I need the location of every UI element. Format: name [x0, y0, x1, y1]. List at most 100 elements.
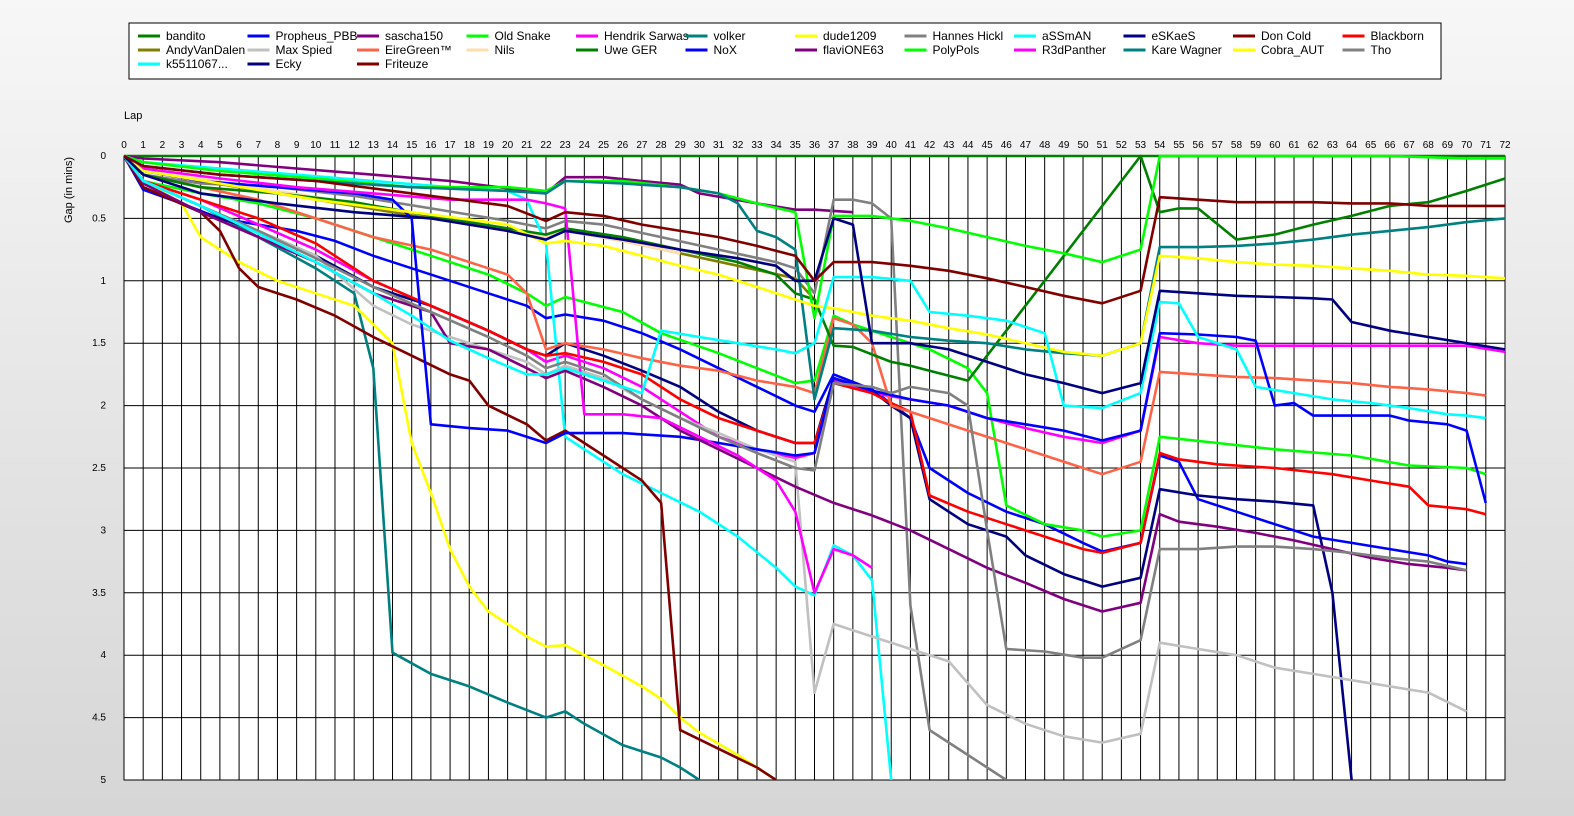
legend-label: Cobra_AUT [1261, 43, 1325, 57]
x-tick-label: 17 [445, 140, 457, 151]
x-tick-label: 64 [1346, 140, 1358, 151]
x-tick-label: 50 [1077, 140, 1089, 151]
legend-label: Uwe GER [604, 43, 658, 57]
legend-label: Max Spied [276, 43, 333, 57]
x-tick-label: 48 [1039, 140, 1051, 151]
x-tick-label: 29 [675, 140, 687, 151]
x-tick-label: 56 [1193, 140, 1205, 151]
x-tick-label: 54 [1154, 140, 1166, 151]
x-tick-label: 27 [636, 140, 648, 151]
x-tick-label: 10 [310, 140, 322, 151]
legend-label: bandito [166, 29, 206, 43]
x-tick-label: 9 [294, 140, 300, 151]
x-tick-label: 70 [1461, 140, 1473, 151]
legend-label: Old Snake [495, 29, 551, 43]
x-tick-label: 42 [924, 140, 936, 151]
x-tick-label: 65 [1365, 140, 1377, 151]
x-tick-label: 39 [866, 140, 878, 151]
legend-label: Friteuze [385, 57, 429, 71]
x-tick-label: 41 [905, 140, 917, 151]
y-tick-label: 4.5 [92, 713, 106, 724]
x-tick-label: 35 [790, 140, 802, 151]
x-tick-label: 14 [387, 140, 399, 151]
x-tick-label: 38 [847, 140, 859, 151]
x-tick-label: 59 [1250, 140, 1262, 151]
x-tick-label: 16 [425, 140, 437, 151]
x-axis-ticks: 0 1 2 3 4 5 6 7 8 9 10 11 12 13 14 15 16 17 18 19 20 21 22 23 24… [121, 140, 1511, 151]
x-tick-label: 34 [771, 140, 783, 151]
x-tick-label: 23 [560, 140, 572, 151]
x-tick-label: 49 [1058, 140, 1070, 151]
legend-label: Hendrik Sarwas [604, 29, 689, 43]
legend-label: Blackborn [1371, 29, 1424, 43]
y-tick-label: 1.5 [92, 338, 106, 349]
lap-gap-chart: bandito Propheus_PBB sascha150 Old Snake Hen… [63, 22, 1511, 786]
x-tick-label: 32 [732, 140, 744, 151]
x-tick-label: 20 [502, 140, 514, 151]
x-tick-label: 71 [1480, 140, 1492, 151]
legend-label: PolyPols [933, 43, 980, 57]
legend-label: dude1209 [823, 29, 877, 43]
x-tick-label: 26 [617, 140, 629, 151]
legend-label: Nils [495, 43, 515, 57]
x-tick-label: 43 [943, 140, 955, 151]
x-tick-label: 62 [1308, 140, 1320, 151]
x-tick-label: 2 [160, 140, 166, 151]
legend-label: volker [714, 29, 746, 43]
x-tick-label: 40 [886, 140, 898, 151]
x-tick-label: 13 [368, 140, 380, 151]
x-tick-label: 25 [598, 140, 610, 151]
x-tick-label: 4 [198, 140, 204, 151]
x-tick-label: 57 [1212, 140, 1224, 151]
x-tick-label: 15 [406, 140, 418, 151]
legend-label: eSKaeS [1152, 29, 1196, 43]
x-tick-label: 47 [1020, 140, 1032, 151]
legend-label: Ecky [276, 57, 302, 71]
y-tick-label: 4 [100, 650, 106, 661]
x-tick-label: 3 [179, 140, 185, 151]
x-tick-label: 33 [751, 140, 763, 151]
x-tick-label: 19 [483, 140, 495, 151]
y-tick-label: 2.5 [92, 463, 106, 474]
legend-label: Kare Wagner [1152, 43, 1222, 57]
x-tick-label: 8 [275, 140, 281, 151]
legend-label: Hannes Hickl [933, 29, 1004, 43]
y-tick-label: 2 [100, 401, 106, 412]
x-tick-label: 44 [962, 140, 974, 151]
x-tick-label: 58 [1231, 140, 1243, 151]
x-tick-label: 22 [540, 140, 552, 151]
y-axis-label: Gap (in mins) [63, 157, 75, 223]
x-tick-label: 45 [982, 140, 994, 151]
x-tick-label: 30 [694, 140, 706, 151]
legend-label: Tho [1371, 43, 1392, 57]
x-tick-label: 63 [1327, 140, 1339, 151]
x-tick-label: 21 [521, 140, 533, 151]
legend-label: AndyVanDalen [166, 43, 245, 57]
legend-label: aSSmAN [1042, 29, 1091, 43]
x-tick-label: 12 [349, 140, 361, 151]
x-tick-label: 11 [330, 140, 341, 151]
x-tick-label: 37 [828, 140, 840, 151]
legend-label: k5511067... [166, 57, 228, 71]
legend-label: Don Cold [1261, 29, 1311, 43]
x-tick-label: 1 [140, 140, 146, 151]
y-tick-label: 1 [100, 276, 106, 287]
legend-label: Propheus_PBB [276, 29, 358, 43]
x-tick-label: 5 [217, 140, 223, 151]
x-tick-label: 69 [1442, 140, 1454, 151]
x-tick-label: 66 [1384, 140, 1396, 151]
y-tick-label: 3.5 [92, 588, 106, 599]
legend-label: NoX [714, 43, 737, 57]
x-tick-label: 46 [1001, 140, 1013, 151]
x-tick-label: 31 [713, 140, 725, 151]
y-tick-label: 3 [100, 525, 106, 536]
y-axis-ticks: 0 0.5 1 1.5 2 2.5 3 3.5 4 4.5 5 [92, 151, 106, 786]
legend-label: sascha150 [385, 29, 443, 43]
x-tick-label: 55 [1173, 140, 1185, 151]
x-tick-label: 6 [236, 140, 242, 151]
x-tick-label: 36 [809, 140, 821, 151]
x-tick-label: 67 [1404, 140, 1416, 151]
legend-label: EireGreen™ [385, 43, 452, 57]
x-tick-label: 24 [579, 140, 591, 151]
x-tick-label: 18 [464, 140, 476, 151]
